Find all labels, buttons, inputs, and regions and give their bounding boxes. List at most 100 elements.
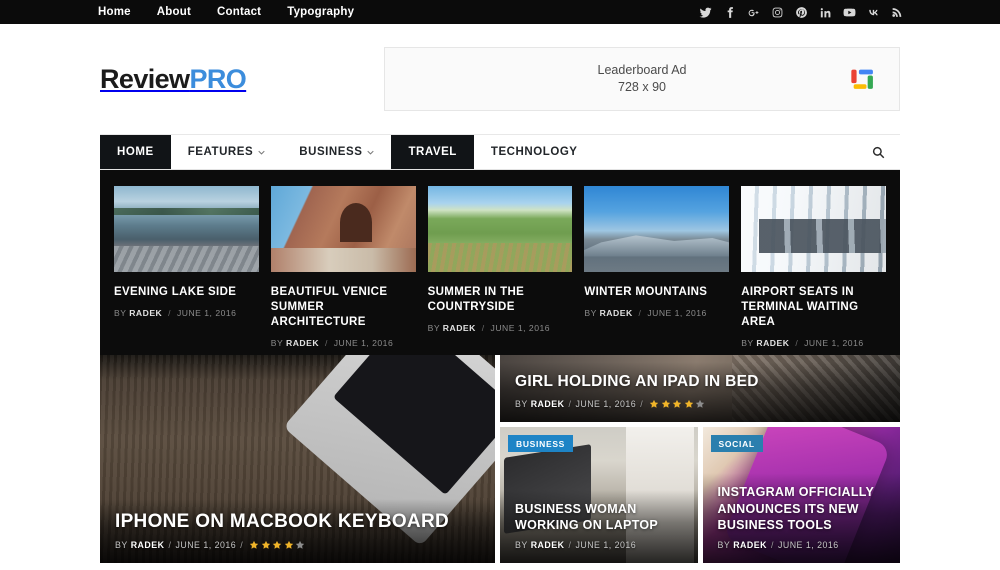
nav-item-travel-label: TRAVEL: [408, 146, 456, 158]
author-name[interactable]: Radek: [600, 308, 633, 318]
carousel-item-title: Beautiful Venice Summer Architecture: [271, 285, 416, 330]
post-meta: BY Radek / June 1, 2016: [718, 540, 886, 550]
google-plus-icon[interactable]: [747, 6, 760, 19]
meta-separator: /: [640, 399, 643, 409]
publish-date: June 1, 2016: [778, 540, 839, 550]
featured-post-card[interactable]: Social Instagram officially announces it…: [703, 427, 901, 563]
by-label: BY: [271, 338, 283, 348]
featured-post-grid: iPhone on Macbook keyboard BY Radek / Ju…: [100, 355, 900, 563]
post-overlay: Girl holding an iPad in bed BY Radek / J…: [500, 362, 900, 422]
author-name[interactable]: Radek: [531, 540, 565, 550]
carousel-item-title: Winter Mountains: [584, 285, 729, 300]
featured-post-secondary[interactable]: Girl holding an iPad in bed BY Radek / J…: [500, 355, 900, 422]
carousel-item-title: Evening Lake Side: [114, 285, 259, 300]
author-name[interactable]: Radek: [756, 338, 789, 348]
publish-date: June 1, 2016: [575, 540, 636, 550]
post-title: iPhone on Macbook keyboard: [115, 510, 480, 533]
publish-date: June 1, 2016: [334, 338, 394, 348]
publish-date: June 1, 2016: [175, 540, 236, 550]
search-button[interactable]: [856, 135, 900, 169]
nav-item-business-label: BUSINESS: [299, 146, 362, 158]
nav-item-home[interactable]: HOME: [100, 135, 171, 169]
by-label: BY: [515, 540, 528, 550]
featured-card-row: Business Business woman working on lapto…: [500, 427, 900, 563]
star-icon: [672, 399, 682, 409]
star-icon: [649, 399, 659, 409]
top-nav-item-home[interactable]: Home: [98, 0, 131, 24]
nav-item-technology-label: TECHNOLOGY: [491, 146, 578, 158]
rating-stars[interactable]: [249, 540, 305, 550]
author-name[interactable]: Radek: [443, 323, 476, 333]
twitter-icon[interactable]: [699, 6, 712, 19]
carousel-thumbnail[interactable]: [741, 186, 886, 272]
featured-post-main[interactable]: iPhone on Macbook keyboard BY Radek / Ju…: [100, 355, 495, 563]
by-label: BY: [515, 399, 528, 409]
nav-item-travel[interactable]: TRAVEL: [391, 135, 473, 169]
author-name[interactable]: Radek: [531, 399, 565, 409]
ad-placeholder-text: Leaderboard Ad 728 x 90: [385, 62, 899, 96]
photo-evening-lake-side: [114, 186, 259, 272]
carousel-item[interactable]: Winter Mountains BY Radek / June 1, 2016: [584, 186, 729, 318]
post-meta: BY Radek / June 1, 2016 /: [115, 540, 480, 550]
carousel-thumbnail[interactable]: [428, 186, 573, 272]
post-overlay: iPhone on Macbook keyboard BY Radek / Ju…: [100, 499, 495, 563]
carousel-thumbnail[interactable]: [584, 186, 729, 272]
carousel-item[interactable]: Evening Lake Side BY Radek / June 1, 201…: [114, 186, 259, 318]
leaderboard-ad[interactable]: Leaderboard Ad 728 x 90: [384, 47, 900, 111]
publish-date: June 1, 2016: [177, 308, 237, 318]
carousel-item-meta: BY Radek / June 1, 2016: [741, 338, 886, 348]
author-name[interactable]: Radek: [131, 540, 165, 550]
rss-icon[interactable]: [891, 6, 904, 19]
site-logo[interactable]: ReviewPRO: [100, 64, 246, 95]
post-meta: BY Radek / June 1, 2016: [515, 540, 683, 550]
top-navigation: Home About Contact Typography: [98, 0, 354, 24]
category-badge-social[interactable]: Social: [711, 435, 763, 452]
meta-separator: /: [168, 540, 171, 550]
meta-separator: /: [795, 338, 798, 348]
nav-item-technology[interactable]: TECHNOLOGY: [474, 135, 595, 169]
photo-airport-seats: [741, 186, 886, 272]
meta-separator: /: [568, 540, 571, 550]
nav-item-features[interactable]: FEATURES: [171, 135, 283, 169]
carousel-item-title: Airport Seats In Terminal Waiting Area: [741, 285, 886, 330]
featured-carousel: Evening Lake Side BY Radek / June 1, 201…: [100, 170, 900, 355]
rating-stars[interactable]: [649, 399, 705, 409]
featured-post-card[interactable]: Business Business woman working on lapto…: [500, 427, 698, 563]
chevron-down-icon: [258, 150, 265, 155]
photo-summer-countryside: [428, 186, 573, 272]
linkedin-icon[interactable]: [819, 6, 832, 19]
meta-separator: /: [482, 323, 485, 333]
carousel-item-title: Summer In The Countryside: [428, 285, 573, 315]
publish-date: June 1, 2016: [647, 308, 707, 318]
nav-item-features-label: FEATURES: [188, 146, 254, 158]
vk-icon[interactable]: [867, 6, 880, 19]
author-name[interactable]: Radek: [286, 338, 319, 348]
author-name[interactable]: Radek: [129, 308, 162, 318]
post-overlay: Business woman working on laptop BY Rade…: [500, 490, 698, 564]
category-badge-business[interactable]: Business: [508, 435, 573, 452]
youtube-icon[interactable]: [843, 6, 856, 19]
top-nav-item-contact[interactable]: Contact: [217, 0, 261, 24]
carousel-item[interactable]: Summer In The Countryside BY Radek / Jun…: [428, 186, 573, 333]
top-nav-item-about[interactable]: About: [157, 0, 191, 24]
publish-date: June 1, 2016: [491, 323, 551, 333]
instagram-icon[interactable]: [771, 6, 784, 19]
meta-separator: /: [168, 308, 171, 318]
pinterest-icon[interactable]: [795, 6, 808, 19]
publish-date: June 1, 2016: [804, 338, 864, 348]
star-icon: [272, 540, 282, 550]
carousel-item-meta: BY Radek / June 1, 2016: [584, 308, 729, 318]
facebook-icon[interactable]: [723, 6, 736, 19]
meta-separator: /: [771, 540, 774, 550]
carousel-thumbnail[interactable]: [271, 186, 416, 272]
carousel-thumbnail[interactable]: [114, 186, 259, 272]
social-links: [699, 6, 904, 19]
author-name[interactable]: Radek: [733, 540, 767, 550]
carousel-item-meta: BY Radek / June 1, 2016: [428, 323, 573, 333]
top-nav-item-typography[interactable]: Typography: [287, 0, 354, 24]
carousel-item[interactable]: Beautiful Venice Summer Architecture BY …: [271, 186, 416, 348]
by-label: BY: [115, 540, 128, 550]
nav-item-business[interactable]: BUSINESS: [282, 135, 391, 169]
meta-separator: /: [568, 399, 571, 409]
carousel-item[interactable]: Airport Seats In Terminal Waiting Area B…: [741, 186, 886, 348]
